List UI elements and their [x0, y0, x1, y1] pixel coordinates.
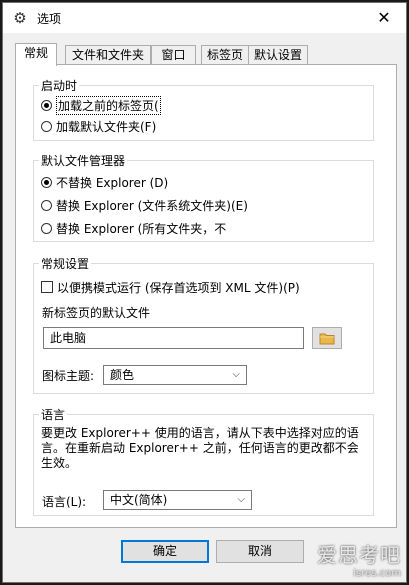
- radio-indicator: [41, 99, 52, 111]
- checkbox-label: 以便携模式运行 (保存首选项到 XML 文件)(P): [57, 280, 300, 295]
- watermark-sub: isres.com: [353, 568, 401, 579]
- language-legend: 语言: [39, 406, 68, 423]
- general-settings-group: 常规设置 以便携模式运行 (保存首选项到 XML 文件)(P) 新标签页的默认文…: [33, 255, 374, 394]
- new-tab-folder-input[interactable]: 此电脑: [43, 327, 304, 349]
- startup-default-folder-radio[interactable]: 加载默认文件夹(F): [41, 117, 156, 135]
- no-replace-explorer-radio[interactable]: 不替换 Explorer (D): [41, 173, 168, 191]
- file-manager-group: 默认文件管理器 不替换 Explorer (D) 替换 Explorer (文件…: [33, 152, 374, 242]
- tab-strip: 常规 文件和文件夹 窗口 标签页 默认设置: [15, 43, 397, 66]
- startup-group: 启动时 加载之前的标签页( 加载默认文件夹(F): [33, 77, 374, 141]
- checkbox-indicator: [41, 281, 53, 293]
- tab-window[interactable]: 窗口: [151, 45, 196, 65]
- radio-indicator: [41, 120, 52, 132]
- ok-button[interactable]: 确定: [121, 540, 209, 563]
- language-label: 语言(L):: [42, 495, 87, 509]
- radio-label: 不替换 Explorer (D): [56, 175, 169, 190]
- window-title: 选项: [37, 12, 62, 26]
- gear-icon: ⚙: [13, 9, 27, 27]
- browse-folder-button[interactable]: [312, 327, 342, 349]
- folder-icon: [319, 333, 335, 344]
- icon-theme-select[interactable]: 颜色 ⌵: [103, 365, 247, 385]
- title-bar: ⚙ 选项 ✕: [3, 3, 406, 33]
- tab-tabs[interactable]: 标签页: [201, 45, 249, 65]
- cancel-button[interactable]: 取消: [216, 540, 304, 563]
- replace-explorer-filesystem-radio[interactable]: 替换 Explorer (文件系统文件夹)(E): [41, 196, 248, 214]
- language-group: 语言 要更改 Explorer++ 使用的语言，请从下表中选择对应的语言。在重新…: [33, 406, 374, 516]
- radio-label: 加载之前的标签页(: [56, 95, 161, 115]
- tab-defaults[interactable]: 默认设置: [248, 45, 308, 65]
- startup-previous-tabs-radio[interactable]: 加载之前的标签页(: [41, 95, 161, 115]
- radio-label: 替换 Explorer (所有文件夹，不: [56, 221, 227, 236]
- language-description: 要更改 Explorer++ 使用的语言，请从下表中选择对应的语言。在重新启动 …: [41, 426, 359, 470]
- tab-files-folders[interactable]: 文件和文件夹: [65, 45, 151, 65]
- tab-general[interactable]: 常规: [15, 43, 57, 66]
- icon-theme-label: 图标主题:: [42, 369, 95, 383]
- chevron-down-icon: ⌵: [232, 369, 240, 380]
- file-manager-legend: 默认文件管理器: [39, 152, 128, 169]
- portable-mode-checkbox[interactable]: 以便携模式运行 (保存首选项到 XML 文件)(P): [41, 278, 300, 296]
- radio-indicator: [41, 199, 52, 211]
- close-button[interactable]: ✕: [362, 3, 406, 33]
- replace-explorer-all-radio[interactable]: 替换 Explorer (所有文件夹，不: [41, 219, 226, 237]
- general-settings-legend: 常规设置: [39, 255, 92, 272]
- tab-panel-general: 启动时 加载之前的标签页( 加载默认文件夹(F) 默认文件管理器 不替换 Exp…: [15, 64, 397, 528]
- chevron-down-icon: ⌵: [237, 494, 245, 505]
- radio-indicator: [41, 176, 52, 188]
- icon-theme-value: 颜色: [110, 368, 135, 382]
- language-select[interactable]: 中文(简体) ⌵: [103, 490, 252, 510]
- radio-label: 加载默认文件夹(F): [56, 119, 157, 134]
- language-value: 中文(简体): [110, 493, 168, 507]
- watermark: 爱思考吧 isres.com: [317, 539, 401, 579]
- watermark-main: 爱思考吧: [317, 543, 401, 567]
- new-tab-folder-label: 新标签页的默认文件: [42, 306, 151, 320]
- radio-label: 替换 Explorer (文件系统文件夹)(E): [56, 198, 248, 213]
- radio-indicator: [41, 222, 52, 234]
- startup-legend: 启动时: [39, 77, 80, 94]
- options-dialog: ⚙ 选项 ✕ 常规 文件和文件夹 窗口 标签页 默认设置 启动时 加载之前的标签…: [2, 2, 407, 583]
